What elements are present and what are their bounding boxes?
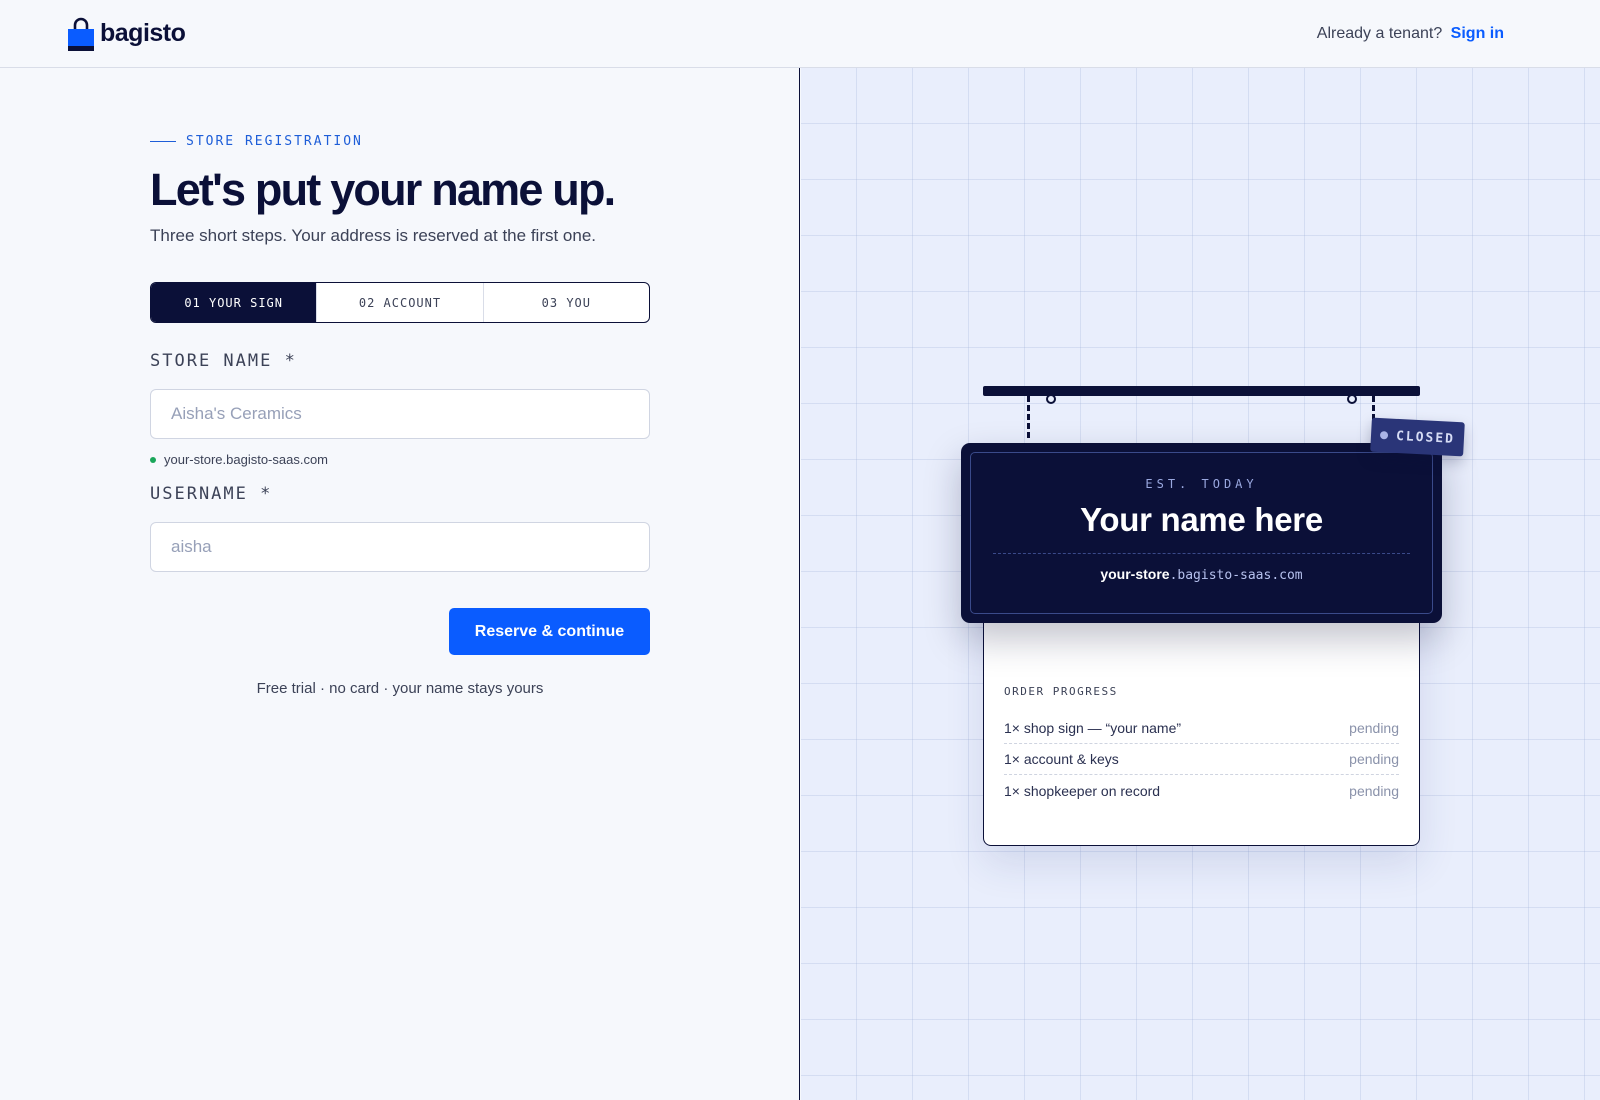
order-progress-card: ORDER PROGRESS 1× shop sign — “your name… xyxy=(983,600,1420,846)
order-progress-title: ORDER PROGRESS xyxy=(1004,685,1118,698)
step-tab-you[interactable]: 03 YOU xyxy=(482,283,649,322)
registration-panel: STORE REGISTRATION Let's put your name u… xyxy=(0,68,800,1100)
store-name-label: STORE NAME * xyxy=(150,351,297,371)
available-dot xyxy=(150,456,156,463)
order-item-label: 1× shop sign — “your name” xyxy=(1004,720,1182,736)
order-item-status: pending xyxy=(1349,720,1399,736)
order-item-label: 1× shopkeeper on record xyxy=(1004,782,1161,799)
sign-in-link[interactable]: Sign in xyxy=(1451,25,1504,42)
list-item: 1× account & keys pending xyxy=(1004,744,1399,775)
order-item-status: pending xyxy=(1349,751,1399,767)
step-tabs: 01 YOUR SIGN 02 ACCOUNT 03 YOU xyxy=(150,282,650,323)
closed-tag-text: CLOSED xyxy=(1395,428,1456,447)
sign-domain-rest: .bagisto-saas.com xyxy=(1169,568,1303,583)
username-input[interactable] xyxy=(150,522,650,572)
page-title: Let's put your name up. xyxy=(150,164,616,215)
sign-subdomain: your-store xyxy=(1100,566,1170,582)
store-sign-preview: ORDER PROGRESS 1× shop sign — “your name… xyxy=(801,68,1600,1100)
top-bar: bagisto Already a tenant? Sign in xyxy=(0,0,1600,68)
order-progress-list: 1× shop sign — “your name” pending 1× ac… xyxy=(1004,713,1399,806)
domain-hint: your-store.bagisto-saas.com xyxy=(150,452,328,467)
tenant-prompt-text: Already a tenant? xyxy=(1316,24,1443,42)
order-item-label: 1× account & keys xyxy=(1004,751,1119,767)
store-sign: EST. TODAY Your name here your-store.bag… xyxy=(961,443,1442,623)
sign-domain: your-store.bagisto-saas.com xyxy=(971,566,1432,583)
sign-chain-left xyxy=(1027,396,1030,438)
sign-ring-left xyxy=(1046,394,1056,404)
step-tab-your-sign[interactable]: 01 YOUR SIGN xyxy=(151,283,317,322)
order-item-status: pending xyxy=(1349,782,1399,799)
trial-footnote: Free trial · no card · your name stays y… xyxy=(256,680,544,697)
list-item: 1× shop sign — “your name” pending xyxy=(1004,713,1399,744)
brand-logo[interactable]: bagisto xyxy=(68,17,186,51)
kicker-text: STORE REGISTRATION xyxy=(186,134,363,149)
sign-store-name: Your name here xyxy=(1080,501,1323,538)
shopping-bag-icon xyxy=(68,17,94,51)
closed-tag: CLOSED xyxy=(1370,417,1465,457)
domain-hint-text: your-store.bagisto-saas.com xyxy=(164,452,329,467)
sign-divider xyxy=(993,553,1410,554)
sign-in-prompt: Already a tenant? Sign in xyxy=(1317,25,1504,43)
kicker-dash xyxy=(150,141,176,142)
store-name-input[interactable] xyxy=(150,389,650,439)
reserve-continue-button[interactable]: Reserve & continue xyxy=(449,608,650,655)
step-tab-account[interactable]: 02 ACCOUNT xyxy=(316,283,482,322)
page-subtitle: Three short steps. Your address is reser… xyxy=(150,226,597,245)
username-label: USERNAME * xyxy=(150,484,273,504)
list-item: 1× shopkeeper on record pending xyxy=(1004,775,1399,806)
store-sign-face: EST. TODAY Your name here your-store.bag… xyxy=(970,452,1433,614)
brand-name: bagisto xyxy=(100,19,186,47)
sign-ring-right xyxy=(1347,394,1357,404)
sign-est-text: EST. TODAY xyxy=(1145,477,1258,491)
closed-dot-icon xyxy=(1379,431,1389,440)
section-kicker: STORE REGISTRATION xyxy=(150,134,363,149)
